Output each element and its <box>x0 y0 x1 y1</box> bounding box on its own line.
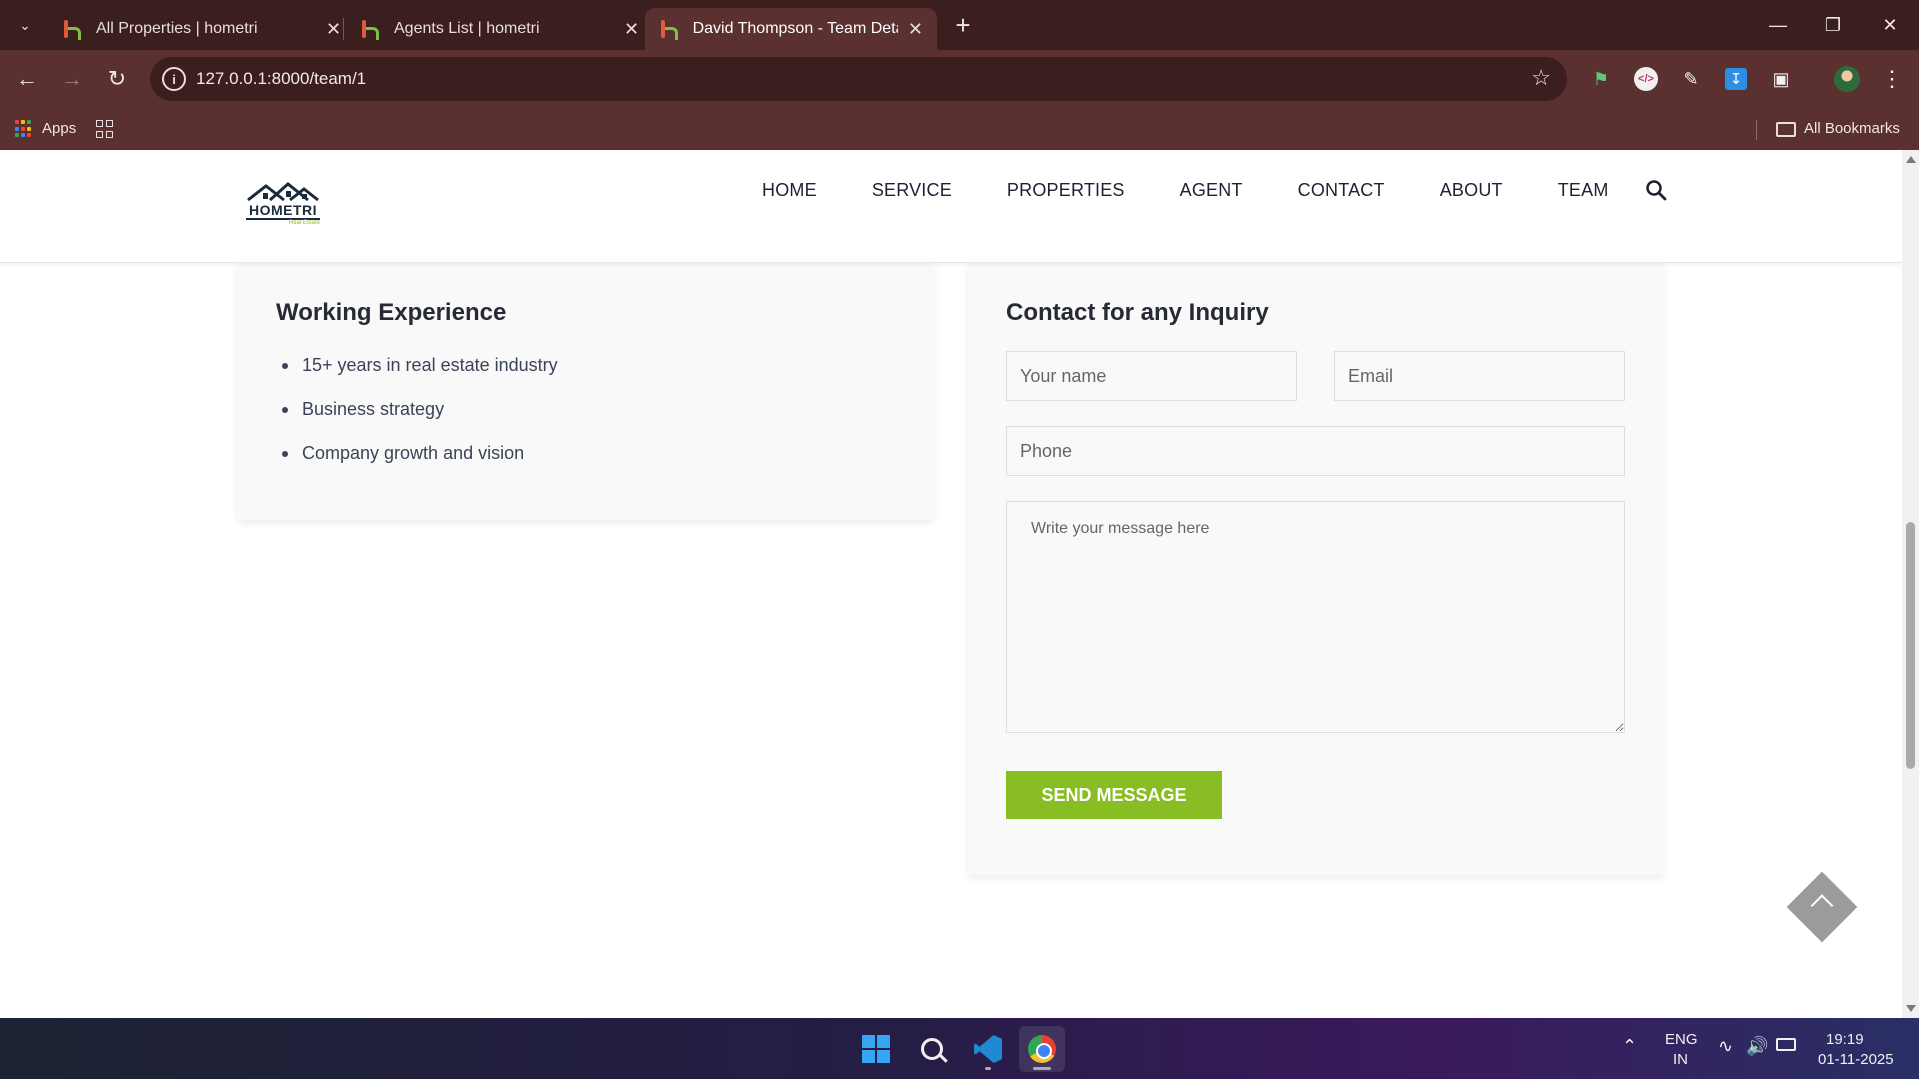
apps-grid-icon[interactable] <box>15 120 33 138</box>
tab-team-details[interactable]: David Thompson - Team Details ✕ <box>645 8 937 50</box>
house-roofs-icon <box>247 182 319 202</box>
inquiry-title: Contact for any Inquiry <box>1006 299 1269 326</box>
nav-agent[interactable]: AGENT <box>1180 180 1243 201</box>
bookmark-star-icon[interactable]: ☆ <box>1531 65 1551 91</box>
search-icon <box>921 1038 943 1060</box>
wifi-icon[interactable]: ∿ <box>1718 1036 1733 1057</box>
nav-team[interactable]: TEAM <box>1558 180 1609 201</box>
hometri-favicon-icon <box>62 19 82 40</box>
tab-separator <box>343 18 344 40</box>
vscode-icon <box>974 1035 1002 1063</box>
restore-icon[interactable]: ❐ <box>1813 8 1853 42</box>
taskbar-vscode[interactable] <box>965 1026 1011 1072</box>
experience-list: 15+ years in real estate industry Busine… <box>276 355 558 487</box>
experience-item: 15+ years in real estate industry <box>276 355 558 399</box>
browser-tab-strip: ⌄ All Properties | hometri ✕ Agents List… <box>0 0 1919 50</box>
inquiry-form-card: Contact for any Inquiry SEND MESSAGE <box>968 263 1663 875</box>
page-scrollbar[interactable] <box>1902 150 1919 1018</box>
nav-about[interactable]: ABOUT <box>1440 180 1503 201</box>
profile-avatar-icon[interactable] <box>1832 64 1862 94</box>
back-icon[interactable]: ← <box>10 62 44 96</box>
tab-close-icon[interactable]: ✕ <box>908 19 923 40</box>
back-to-top-button[interactable] <box>1786 871 1858 943</box>
eyedropper-extension-icon[interactable]: ✎ <box>1676 64 1706 94</box>
message-textarea[interactable] <box>1006 501 1625 733</box>
chrome-icon <box>1028 1035 1056 1063</box>
logo-brand: HOMETRI <box>246 202 320 220</box>
apps-bookmark[interactable]: Apps <box>42 120 76 137</box>
nav-home[interactable]: HOME <box>762 180 817 201</box>
language-region[interactable]: IN <box>1673 1051 1688 1068</box>
battery-icon[interactable] <box>1776 1038 1796 1051</box>
windows-logo-icon <box>862 1035 890 1063</box>
folder-icon <box>1776 122 1796 137</box>
shield-extension-icon[interactable]: ⚑ <box>1586 64 1616 94</box>
phone-input[interactable] <box>1006 426 1625 476</box>
reload-icon[interactable]: ↻ <box>100 62 134 96</box>
devtools-extension-icon[interactable]: </> <box>1631 64 1661 94</box>
tab-search-chevron-icon[interactable]: ⌄ <box>10 10 40 40</box>
site-logo[interactable]: HOMETRI Real Estate <box>246 180 320 228</box>
tray-chevron-up-icon[interactable]: ⌃ <box>1622 1036 1637 1057</box>
url-text: 127.0.0.1:8000/team/1 <box>196 69 367 88</box>
experience-item: Company growth and vision <box>276 443 558 487</box>
scroll-thumb[interactable] <box>1906 522 1915 769</box>
main-nav: HOME SERVICE PROPERTIES AGENT CONTACT AB… <box>762 178 1667 202</box>
tab-title: All Properties | hometri <box>96 20 258 37</box>
nav-service[interactable]: SERVICE <box>872 180 952 201</box>
all-bookmarks-button[interactable]: All Bookmarks <box>1804 120 1900 137</box>
active-indicator <box>1033 1067 1051 1070</box>
volume-icon[interactable]: 🔊 <box>1746 1036 1768 1057</box>
taskbar-chrome[interactable] <box>1019 1026 1065 1072</box>
tab-close-icon[interactable]: ✕ <box>624 19 639 40</box>
scroll-down-arrow-icon[interactable] <box>1906 1005 1916 1012</box>
hometri-favicon-icon <box>360 19 380 40</box>
hometri-favicon-icon <box>659 19 679 40</box>
start-button[interactable] <box>853 1026 899 1072</box>
extensions-puzzle-icon[interactable]: ▣ <box>1766 64 1796 94</box>
site-info-icon[interactable]: i <box>162 67 186 91</box>
close-window-icon[interactable]: ✕ <box>1870 8 1910 42</box>
tab-title: Agents List | hometri <box>394 20 540 37</box>
new-tab-icon[interactable]: + <box>948 10 978 40</box>
menu-kebab-icon[interactable]: ⋮ <box>1877 64 1907 94</box>
download-extension-icon[interactable]: ↧ <box>1721 64 1751 94</box>
name-input[interactable] <box>1006 351 1297 401</box>
nav-properties[interactable]: PROPERTIES <box>1007 180 1125 201</box>
page-viewport: HOMETRI Real Estate HOME SERVICE PROPERT… <box>0 150 1902 1018</box>
logo-tagline: Real Estate <box>288 220 320 226</box>
taskbar-search-button[interactable] <box>909 1026 955 1072</box>
site-header: HOMETRI Real Estate HOME SERVICE PROPERT… <box>0 150 1902 263</box>
experience-item: Business strategy <box>276 399 558 443</box>
bookmarks-divider <box>1756 120 1757 140</box>
scroll-up-arrow-icon[interactable] <box>1906 156 1916 163</box>
bookmarks-bar: Apps All Bookmarks <box>0 108 1919 150</box>
tab-all-properties[interactable]: All Properties | hometri ✕ <box>48 8 355 50</box>
tab-agents-list[interactable]: Agents List | hometri ✕ <box>346 8 653 50</box>
minimize-icon[interactable]: — <box>1758 8 1798 42</box>
email-input[interactable] <box>1334 351 1625 401</box>
address-bar[interactable]: i 127.0.0.1:8000/team/1 ☆ <box>150 57 1567 101</box>
nav-contact[interactable]: CONTACT <box>1298 180 1385 201</box>
working-experience-card: Working Experience 15+ years in real est… <box>238 263 933 520</box>
running-indicator <box>985 1067 991 1070</box>
clock-time[interactable]: 19:19 <box>1826 1031 1864 1048</box>
tab-close-icon[interactable]: ✕ <box>326 19 341 40</box>
forward-icon[interactable]: → <box>55 62 89 96</box>
search-icon[interactable] <box>1644 178 1668 202</box>
browser-toolbar: ← → ↻ i 127.0.0.1:8000/team/1 ☆ ⚑ </> ✎ … <box>0 50 1919 108</box>
language-code[interactable]: ENG <box>1665 1031 1698 1048</box>
clock-date[interactable]: 01-11-2025 <box>1818 1051 1894 1068</box>
chevron-up-icon <box>1810 894 1834 917</box>
experience-title: Working Experience <box>276 299 507 326</box>
windows-taskbar: ⌃ ENG IN ∿ 🔊 19:19 01-11-2025 <box>0 1018 1919 1079</box>
send-message-button[interactable]: SEND MESSAGE <box>1006 771 1222 819</box>
tab-groups-icon[interactable] <box>96 120 114 138</box>
tab-title: David Thompson - Team Details <box>692 20 898 37</box>
